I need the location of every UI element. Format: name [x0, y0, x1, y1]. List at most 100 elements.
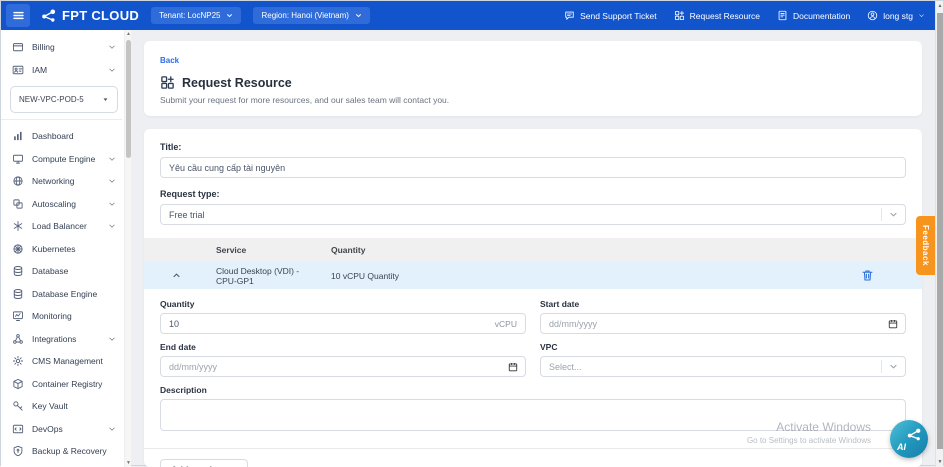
chevron-down-icon — [108, 200, 116, 208]
sidebar-item-dashboard[interactable]: Dashboard — [1, 125, 122, 148]
sidebar-item-load-balancer[interactable]: Load Balancer — [1, 215, 122, 238]
region-selector[interactable]: Region: Hanoi (Vietnam) — [253, 7, 369, 24]
header-link-user-menu[interactable]: long stg — [867, 10, 925, 21]
end-date-input[interactable]: dd/mm/yyyy — [160, 356, 526, 377]
start-date-input[interactable]: dd/mm/yyyy — [540, 313, 906, 334]
quantity-value: 10 — [161, 319, 179, 329]
quantity-label: Quantity — [160, 299, 526, 309]
service-cell: Cloud Desktop (VDI) - CPU-GP1 — [209, 266, 324, 286]
sidebar-item-kubernetes[interactable]: Kubernetes — [1, 238, 122, 261]
database-engine-icon — [12, 288, 24, 300]
sidebar-item-compute-engine[interactable]: Compute Engine — [1, 148, 122, 171]
calendar-icon[interactable] — [888, 319, 898, 329]
sidebar-item-monitoring[interactable]: Monitoring — [1, 305, 122, 328]
caret-down-icon — [102, 96, 109, 103]
sidebar-item-label: Integrations — [32, 334, 76, 344]
header-link-documentation[interactable]: Documentation — [777, 10, 850, 21]
container-registry-icon — [12, 378, 24, 390]
sidebar-divider — [1, 119, 122, 120]
sidebar-item-integrations[interactable]: Integrations — [1, 328, 122, 351]
sidebar-item-autoscaling[interactable]: Autoscaling — [1, 193, 122, 216]
documentation-icon — [777, 10, 788, 21]
end-date-label: End date — [160, 342, 526, 352]
chevron-down-icon — [108, 43, 116, 51]
column-header-service: Service — [209, 245, 324, 255]
support-ticket-icon — [564, 10, 575, 21]
tenant-selector[interactable]: Tenant: LocNP25 — [151, 7, 241, 24]
sidebar-item-database-engine[interactable]: Database Engine — [1, 283, 122, 306]
sidebar-item-label: Load Balancer — [32, 221, 87, 231]
sidebar-item-iam[interactable]: IAM — [1, 59, 122, 82]
window-scrollbar[interactable]: ▲ ▼ — [935, 1, 943, 467]
user-icon — [867, 10, 878, 21]
autoscaling-icon — [12, 198, 24, 210]
chevron-down-icon — [226, 12, 233, 19]
sidebar-item-label: Autoscaling — [32, 199, 76, 209]
backup-recovery-icon — [12, 445, 24, 457]
chevron-down-icon — [108, 66, 116, 74]
quantity-cell: 10 vCPU Quantity — [324, 271, 812, 281]
start-date-label: Start date — [540, 299, 906, 309]
hamburger-icon — [12, 9, 25, 22]
sidebar-nav-top: Billing IAM — [1, 36, 122, 81]
chevron-down-icon — [918, 12, 925, 19]
sidebar-item-label: Database Engine — [32, 289, 97, 299]
sidebar-item-label: Monitoring — [32, 311, 72, 321]
calendar-icon[interactable] — [508, 362, 518, 372]
sidebar-nav-main: Dashboard Compute Engine Networking Auto… — [1, 125, 122, 463]
quantity-unit: vCPU — [495, 319, 525, 329]
vpc-placeholder: Select... — [549, 362, 582, 372]
header-links: Send Support Ticket Request Resource Doc… — [564, 10, 925, 21]
sidebar-item-billing[interactable]: Billing — [1, 36, 122, 59]
sidebar-item-label: Networking — [32, 176, 75, 186]
request-form-card: Title: Request type: Free trial Service … — [144, 129, 922, 467]
sidebar-item-backup-recovery[interactable]: Backup & Recovery — [1, 440, 122, 463]
sidebar-item-database[interactable]: Database — [1, 260, 122, 283]
vpc-select[interactable]: Select... — [540, 356, 906, 377]
sidebar-item-networking[interactable]: Networking — [1, 170, 122, 193]
scroll-up-arrow[interactable]: ▲ — [936, 3, 944, 9]
scroll-down-arrow[interactable]: ▼ — [936, 459, 944, 465]
sidebar-scrollbar[interactable]: ▲ ▼ — [124, 30, 131, 467]
quantity-stepper[interactable]: 10 vCPU — [160, 313, 526, 334]
header-link-request-resource[interactable]: Request Resource — [674, 10, 760, 21]
ai-label: AI — [897, 442, 906, 452]
back-link[interactable]: Back — [160, 56, 179, 65]
devops-icon — [12, 423, 24, 435]
service-table-row[interactable]: Cloud Desktop (VDI) - CPU-GP1 10 vCPU Qu… — [144, 262, 922, 289]
sidebar-item-cms-management[interactable]: CMS Management — [1, 350, 122, 373]
database-icon — [12, 265, 24, 277]
sidebar-item-label: Backup & Recovery — [32, 446, 107, 456]
window-scrollbar-thumb[interactable] — [937, 13, 943, 449]
service-table-header: Service Quantity — [144, 238, 922, 262]
kubernetes-icon — [12, 243, 24, 255]
ai-chat-widget-button[interactable]: AI — [890, 420, 928, 458]
networking-icon — [12, 175, 24, 187]
sidebar-item-label: Dashboard — [32, 131, 74, 141]
sidebar-item-label: Container Registry — [32, 379, 102, 389]
compute-engine-icon — [12, 153, 24, 165]
form-divider — [144, 448, 922, 449]
sidebar-item-key-vault[interactable]: Key Vault — [1, 395, 122, 418]
cms-management-icon — [12, 355, 24, 367]
chevron-down-icon — [355, 12, 362, 19]
top-header: FPT CLOUD Tenant: LocNP25 Region: Hanoi … — [1, 1, 935, 30]
header-link-send-support-ticket[interactable]: Send Support Ticket — [564, 10, 657, 21]
chevron-down-icon — [108, 177, 116, 185]
header-link-label: Documentation — [793, 11, 850, 21]
sidebar-item-label: Kubernetes — [32, 244, 75, 254]
logo-text: FPT CLOUD — [62, 8, 139, 23]
collapse-row-button[interactable] — [144, 271, 209, 280]
feedback-tab[interactable]: Feedback — [916, 216, 935, 275]
title-input[interactable] — [160, 157, 906, 178]
description-textarea[interactable] — [160, 399, 906, 431]
vpc-selector-dropdown[interactable]: NEW-VPC-POD-5 — [10, 86, 118, 113]
sidebar-item-devops[interactable]: DevOps — [1, 418, 122, 441]
hamburger-menu-button[interactable] — [6, 4, 30, 27]
vpc-selector-value: NEW-VPC-POD-5 — [19, 95, 84, 104]
request-type-select[interactable]: Free trial — [160, 204, 906, 225]
monitoring-icon — [12, 310, 24, 322]
delete-service-button[interactable] — [859, 268, 875, 284]
page-header-card: Back Request Resource Submit your reques… — [144, 41, 922, 116]
sidebar-item-container-registry[interactable]: Container Registry — [1, 373, 122, 396]
